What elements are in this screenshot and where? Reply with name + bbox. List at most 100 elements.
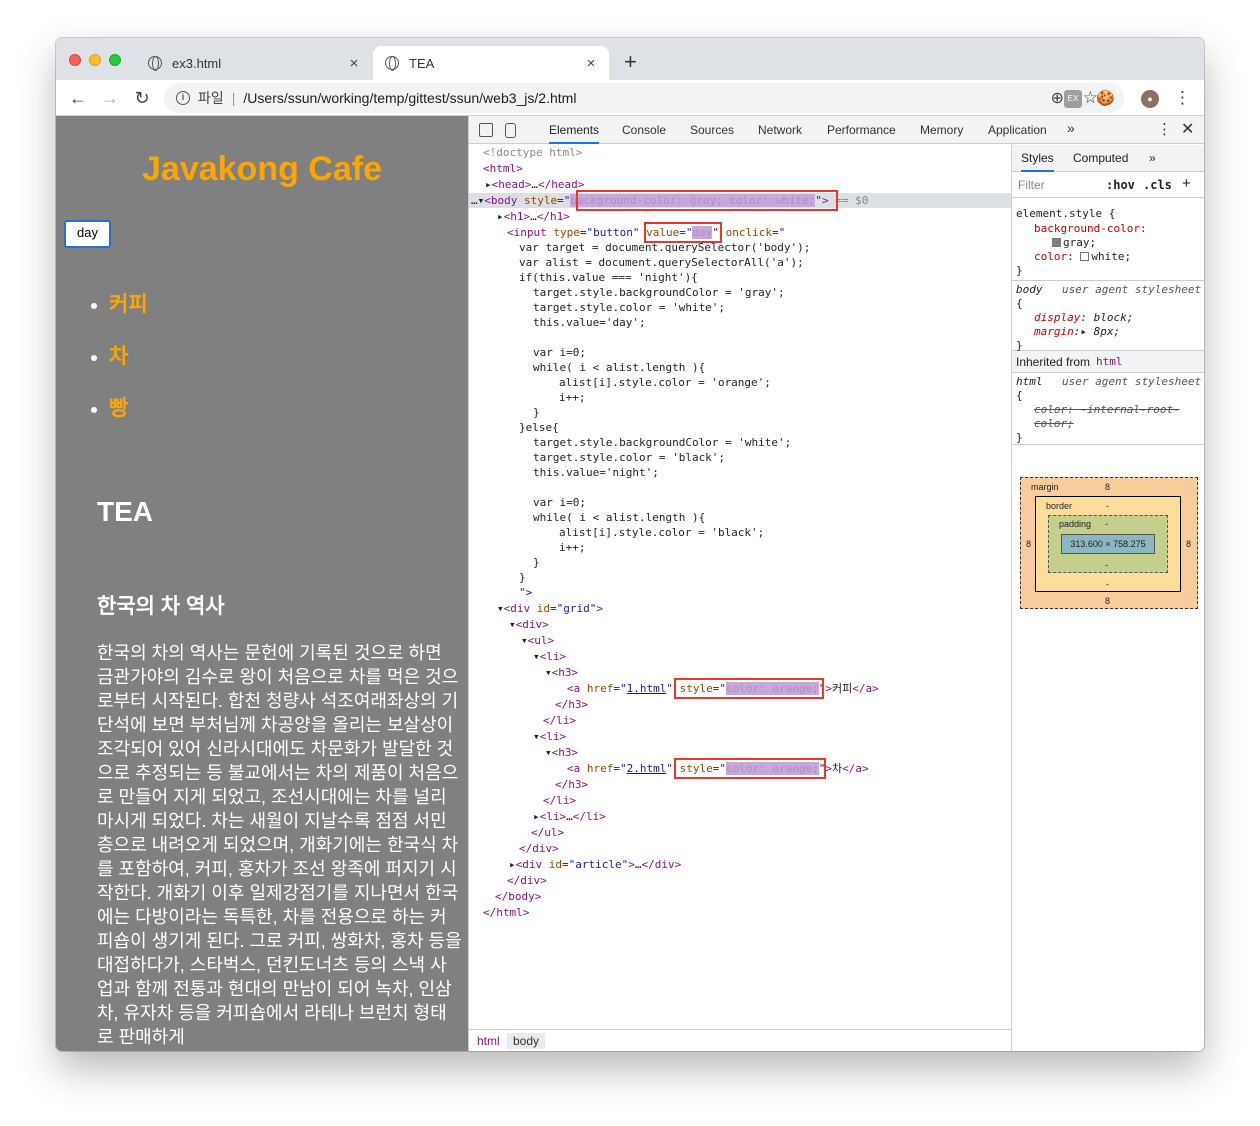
tab-memory[interactable]: Memory (920, 116, 963, 144)
info-icon[interactable]: i (176, 91, 190, 105)
dom-tree[interactable]: <!doctype html> <html> ▸<head>…</head> …… (469, 145, 1011, 1029)
filter-input[interactable]: Filter (1018, 178, 1045, 192)
margin-left: 8 (1026, 539, 1032, 549)
margin-bottom: 8 (1105, 596, 1111, 606)
dom-line[interactable]: ▾<h3> (545, 745, 578, 760)
dom-line[interactable]: <!doctype html> (483, 145, 582, 160)
highlight-box (674, 678, 824, 699)
device-toolbar-icon[interactable] (505, 123, 516, 138)
dom-line[interactable]: </li> (543, 793, 576, 808)
tab-styles[interactable]: Styles (1021, 145, 1054, 172)
zoom-icon[interactable]: ⊕ (1051, 88, 1064, 108)
dom-line[interactable]: </ul> (531, 825, 564, 840)
new-tab-button[interactable]: + (624, 51, 637, 73)
html-ua-rule[interactable]: html user agent stylesheet { color: -int… (1012, 373, 1204, 445)
dom-line[interactable]: ▾<div> (509, 617, 549, 632)
dom-line[interactable]: ▾<li> (533, 729, 566, 744)
tab-title: ex3.html (172, 55, 222, 71)
menu-link-tea[interactable]: 차 (109, 340, 128, 370)
profile-avatar-icon[interactable]: ● (1141, 90, 1159, 108)
hov-toggle[interactable]: :hov (1106, 178, 1135, 192)
dom-line[interactable]: </h3> (555, 697, 588, 712)
address-bar[interactable]: i 파일 | /Users/ssun/working/temp/gittest/… (164, 83, 1124, 113)
tab-sources[interactable]: Sources (690, 116, 734, 144)
color-swatch[interactable] (1080, 252, 1090, 261)
inspect-element-icon[interactable] (479, 123, 493, 137)
tab-computed[interactable]: Computed (1073, 145, 1128, 172)
dom-line[interactable]: ▸<div id="article">…</div> (509, 857, 681, 872)
tab-network[interactable]: Network (758, 116, 802, 144)
margin-label: margin (1031, 482, 1059, 492)
element-style-rule[interactable]: element.style { background-color: gray; … (1012, 205, 1204, 281)
prop-line[interactable]: color: white; (1034, 250, 1131, 263)
reload-icon[interactable]: ↻ (130, 86, 154, 110)
dom-line[interactable]: </div> (507, 873, 547, 888)
forward-icon[interactable]: → (98, 86, 122, 110)
rule-selector: element.style { (1016, 207, 1116, 220)
browser-menu-icon[interactable]: ⋮ (1174, 88, 1191, 108)
more-tabs-icon[interactable]: » (1067, 120, 1075, 136)
dom-line[interactable]: </body> (495, 889, 541, 904)
dom-line[interactable]: ▾<h3> (545, 665, 578, 680)
code-line: if(this.value === 'night'){ (519, 271, 698, 284)
color-swatch[interactable] (1052, 238, 1061, 247)
code-line: target.style.backgroundColor = 'gray'; (533, 286, 785, 299)
breadcrumb-html[interactable]: html (471, 1033, 506, 1049)
cookie-extension-icon[interactable]: 🍪 (1096, 90, 1115, 108)
tab-application[interactable]: Application (988, 116, 1047, 144)
code-line: this.value='night'; (533, 466, 659, 479)
dom-line[interactable]: ▸<head>…</head> (485, 177, 584, 192)
border-label: border (1046, 501, 1073, 511)
back-icon[interactable]: ← (66, 86, 90, 110)
rule-selector: body (1016, 283, 1043, 296)
devtools-menu-icon[interactable]: ⋮ (1157, 120, 1172, 138)
menu-link-coffee[interactable]: 커피 (109, 288, 148, 318)
code-line: while( i < alist.length ){ (533, 511, 706, 524)
cls-toggle[interactable]: .cls (1143, 178, 1172, 192)
close-tab-icon[interactable]: × (583, 55, 599, 72)
prop-line: margin:▸ 8px; (1034, 325, 1121, 338)
extension-icon[interactable]: EX (1064, 90, 1082, 108)
dom-line[interactable]: ▾<div id="grid"> (497, 601, 603, 616)
code-line: while( i < alist.length ){ (533, 361, 706, 374)
minimize-window-button[interactable] (89, 54, 101, 66)
dom-line[interactable]: ▾<ul> (521, 633, 554, 648)
prop-value[interactable]: gray; (1052, 236, 1096, 249)
highlight-box (576, 190, 838, 211)
menu-link-bread[interactable]: 빵 (109, 392, 128, 422)
close-window-button[interactable] (69, 54, 81, 66)
day-night-button[interactable]: day (64, 220, 111, 248)
rule-selector: html (1016, 375, 1043, 388)
inherited-header: Inherited from html (1012, 351, 1204, 373)
breadcrumb: html body (469, 1029, 1011, 1051)
border-box: border - - padding - - 313.600 × 758.275 (1035, 496, 1181, 592)
dom-line[interactable]: </html> (483, 905, 529, 920)
code-line: var i=0; (533, 496, 586, 509)
dom-line[interactable]: </h3> (555, 777, 588, 792)
close-devtools-icon[interactable]: ✕ (1181, 119, 1194, 139)
breadcrumb-body[interactable]: body (507, 1033, 546, 1049)
more-tabs-icon[interactable]: » (1149, 145, 1156, 172)
url-text[interactable]: /Users/ssun/working/temp/gittest/ssun/we… (243, 90, 576, 106)
close-tab-icon[interactable]: × (346, 55, 362, 72)
dom-line[interactable]: ▸<li>…</li> (533, 809, 606, 824)
new-rule-icon[interactable]: + (1182, 175, 1191, 192)
devtools-tabbar: Elements Console Sources Network Perform… (469, 116, 1204, 144)
tab-elements[interactable]: Elements (549, 116, 600, 144)
tab-strip: ex3.html × TEA × + (56, 38, 1204, 80)
tab-tea[interactable]: TEA × (373, 46, 609, 80)
tab-console[interactable]: Console (622, 116, 666, 144)
tab-performance[interactable]: Performance (827, 116, 896, 144)
dom-line[interactable]: </li> (543, 713, 576, 728)
dom-line[interactable]: ▸<h1>…</h1> (497, 209, 570, 224)
code-line: i++; (559, 391, 586, 404)
dom-line[interactable]: ▾<li> (533, 649, 566, 664)
body-ua-rule[interactable]: body user agent stylesheet { display: bl… (1012, 281, 1204, 352)
zoom-window-button[interactable] (109, 54, 121, 66)
browser-toolbar: ← → ↻ i 파일 | /Users/ssun/working/temp/gi… (56, 80, 1204, 116)
dom-line[interactable]: </div> (519, 841, 559, 856)
prop-name[interactable]: background-color: (1034, 222, 1147, 235)
code-line: alist[i].style.color = 'black'; (559, 526, 765, 539)
tab-ex3[interactable]: ex3.html × (136, 46, 372, 80)
dom-line[interactable]: <html> (483, 161, 523, 176)
